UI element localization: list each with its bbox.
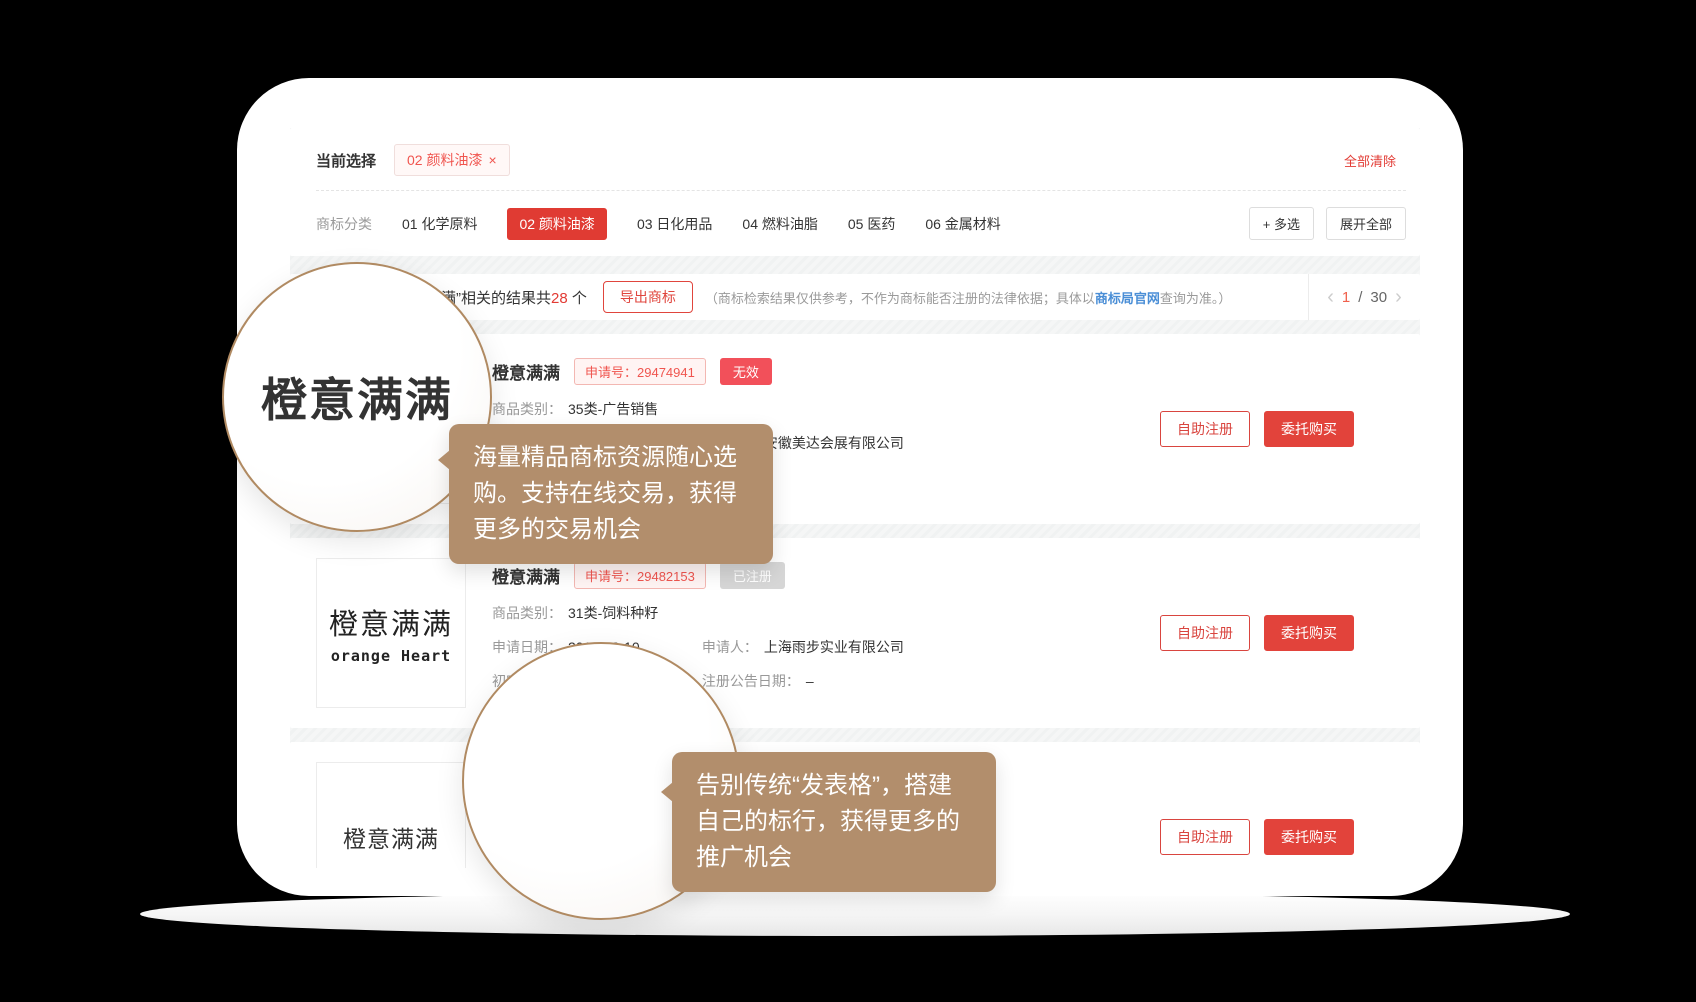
chip-label: 02 颜料油漆 (407, 150, 482, 170)
stage: 当前选择 02 颜料油漆 × 全部清除 商标分类 01 化学原料 02 颜料油漆… (0, 0, 1696, 1002)
expand-all-button[interactable]: 展开全部 (1326, 207, 1406, 240)
field-label: 申请人： (702, 639, 758, 655)
trademark-image-2[interactable]: 橙意满满 orange Heart (316, 558, 466, 708)
category-item-05[interactable]: 05 医药 (848, 214, 895, 234)
total-pages: 30 (1370, 289, 1387, 306)
field-label: 注册公告日期： (702, 673, 800, 689)
row-actions: 自助注册 委托购买 (1160, 411, 1354, 447)
results-count-unit: 个 (568, 290, 587, 307)
page-separator: / (1358, 289, 1362, 306)
tooltip-arrow-icon (438, 450, 450, 470)
category-item-02-selected[interactable]: 02 颜料油漆 (507, 208, 606, 240)
disclaimer-text: （商标检索结果仅供参考，不作为商标能否注册的法律依据；具体以商标局官网查询为准。… (705, 288, 1232, 307)
application-number-label: 申请号： (585, 569, 637, 584)
multi-select-button[interactable]: + 多选 (1249, 207, 1314, 240)
tooltip-text: 海量精品商标资源随心选购。支持在线交易，获得更多的交易机会 (473, 444, 737, 543)
entrust-buy-button[interactable]: 委托购买 (1264, 819, 1354, 855)
entrust-buy-button[interactable]: 委托购买 (1264, 411, 1354, 447)
prev-page-icon[interactable]: ‹ (1327, 287, 1334, 307)
row-actions: 自助注册 委托购买 (1160, 615, 1354, 651)
trademark-name[interactable]: 橙意满满 (492, 359, 560, 384)
current-selection-row: 当前选择 02 颜料油漆 × 全部清除 (316, 144, 1406, 176)
magnified-trademark-text: 橙意满满 (261, 364, 453, 430)
trademark-image-text: 橙意满满 (329, 601, 453, 643)
tooltip-arrow-icon (661, 782, 673, 802)
pagination: ‹ 1 / 30 › (1308, 274, 1420, 320)
disclaimer-suffix: 查询为准。） (1160, 291, 1232, 306)
close-icon[interactable]: × (488, 152, 496, 168)
trademark-office-link[interactable]: 商标局官网 (1095, 291, 1160, 306)
trademark-image-3[interactable]: 橙意满满 (316, 762, 466, 868)
field-value: 安徽美达会展有限公司 (764, 435, 904, 451)
current-page: 1 (1342, 289, 1350, 306)
self-register-button[interactable]: 自助注册 (1160, 819, 1250, 855)
laptop-base (140, 892, 1570, 936)
export-trademark-button[interactable]: 导出商标 (603, 281, 693, 313)
application-number: 29474941 (637, 365, 695, 380)
self-register-button[interactable]: 自助注册 (1160, 411, 1250, 447)
row-actions: 自助注册 委托购买 (1160, 819, 1354, 855)
field-value: 35类-广告销售 (568, 401, 658, 417)
field-value: 31类-饲料种籽 (568, 605, 658, 621)
result-row-2: 橙意满满 orange Heart 橙意满满 申请号：29482153 已注册 … (290, 538, 1420, 728)
application-number-chip: 申请号：29474941 (574, 358, 706, 385)
disclaimer-prefix: （商标检索结果仅供参考，不作为商标能否注册的法律依据；具体以 (705, 291, 1095, 306)
next-page-icon[interactable]: › (1395, 287, 1402, 307)
application-number: 29482153 (637, 569, 695, 584)
category-item-01[interactable]: 01 化学原料 (402, 214, 477, 234)
results-count: 28 (551, 290, 568, 307)
clear-all-button[interactable]: 全部清除 (1344, 151, 1396, 170)
field-label: 商品类别： (492, 401, 562, 417)
application-number-label: 申请号： (585, 365, 637, 380)
divider (316, 190, 1406, 191)
category-label: 商标分类 (316, 214, 372, 234)
current-selection-label: 当前选择 (316, 150, 376, 171)
tooltip-text: 告别传统“发表格”，搭建自己的标行，获得更多的推广机会 (696, 772, 960, 871)
field-value: 上海雨步实业有限公司 (764, 639, 904, 655)
category-item-03[interactable]: 03 日化用品 (637, 214, 712, 234)
category-row: 商标分类 01 化学原料 02 颜料油漆 03 日化用品 04 燃料油脂 05 … (316, 207, 1406, 240)
category-item-04[interactable]: 04 燃料油脂 (742, 214, 817, 234)
field-value: – (806, 673, 814, 689)
status-badge-invalid: 无效 (720, 358, 772, 385)
trademark-image-text: 橙意满满 (343, 820, 439, 854)
status-badge-registered: 已注册 (720, 562, 785, 589)
application-number-chip: 申请号：29482153 (574, 562, 706, 589)
trademark-image-subtext: orange Heart (331, 647, 451, 665)
entrust-buy-button[interactable]: 委托购买 (1264, 615, 1354, 651)
filter-panel: 当前选择 02 颜料油漆 × 全部清除 商标分类 01 化学原料 02 颜料油漆… (290, 128, 1420, 256)
self-register-button[interactable]: 自助注册 (1160, 615, 1250, 651)
trademark-name[interactable]: 橙意满满 (492, 563, 560, 588)
selected-filter-chip[interactable]: 02 颜料油漆 × (394, 144, 510, 176)
field-label: 商品类别： (492, 605, 562, 621)
category-item-06[interactable]: 06 金属材料 (925, 214, 1000, 234)
tooltip-promotion: 告别传统“发表格”，搭建自己的标行，获得更多的推广机会 (672, 752, 996, 892)
tooltip-marketplace: 海量精品商标资源随心选购。支持在线交易，获得更多的交易机会 (449, 424, 773, 564)
